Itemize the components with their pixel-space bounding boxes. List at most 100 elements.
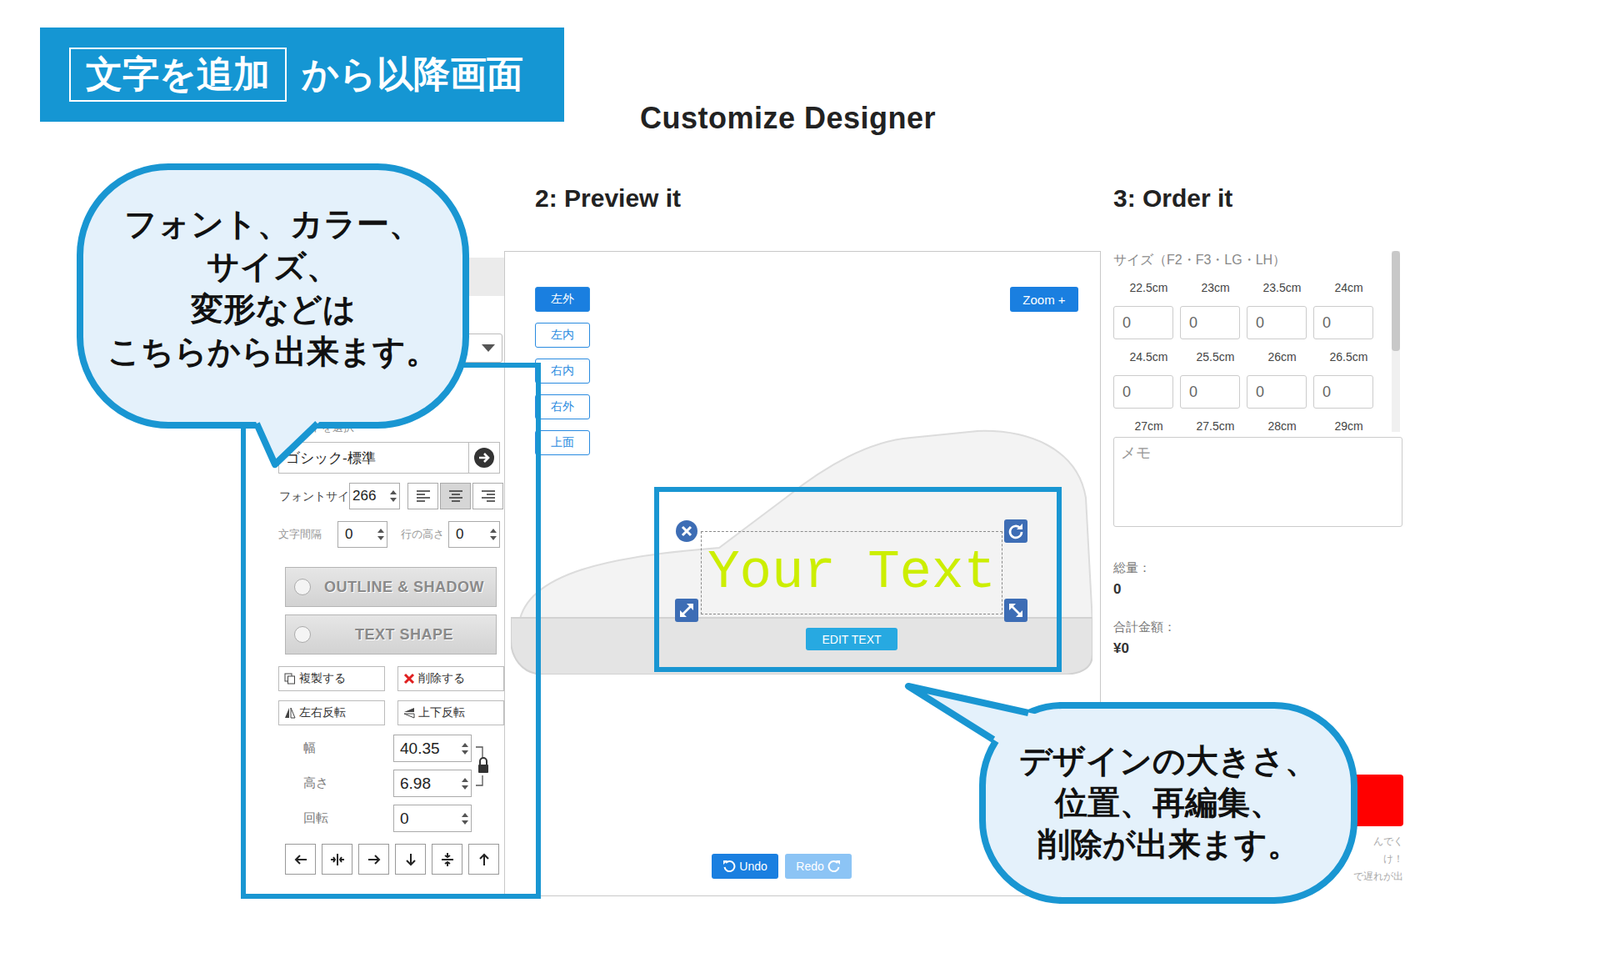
lock-icon xyxy=(474,738,493,794)
dimension-label: 回転 xyxy=(278,810,394,826)
nudge-right-icon xyxy=(365,850,383,868)
total-amount-label: 合計金額： xyxy=(1113,617,1409,636)
letter-spacing-input[interactable]: 0 xyxy=(337,520,388,548)
resize-handle-icon[interactable] xyxy=(675,598,699,622)
letter-spacing-label: 文字間隔 xyxy=(278,526,338,542)
dimension-input[interactable]: 40.35 xyxy=(393,734,472,762)
action-button[interactable]: 上下反転 xyxy=(397,700,505,725)
apply-font-button[interactable] xyxy=(468,442,500,473)
quantity-input[interactable]: 0 xyxy=(1180,305,1240,340)
zoom-button[interactable]: Zoom + xyxy=(1010,286,1079,312)
order-heading: 3: Order it xyxy=(1113,179,1409,251)
view-button[interactable]: 左外 xyxy=(535,286,590,312)
preview-heading: 2: Preview it xyxy=(504,179,1101,251)
dimension-input[interactable]: 0 xyxy=(393,804,472,832)
size-list: サイズ（F2・F3・LG・LH）22.5cm23cm23.5cm24cm0000… xyxy=(1113,250,1409,432)
designer: フォントを選択ゴシック-標準フォントサイ266文字間隔0行の高さ0OUTLINE… xyxy=(278,179,1600,896)
rotate-handle-icon[interactable] xyxy=(1004,519,1028,543)
callout-tail xyxy=(900,677,1067,757)
toggle-dot xyxy=(294,625,311,643)
align-button[interactable] xyxy=(472,482,504,510)
dimension-label: 高さ xyxy=(278,775,394,791)
size-label: 24.5cm xyxy=(1113,348,1185,365)
header: 文字を追加から以降画面 Customize Designer xyxy=(0,0,1600,136)
banner-text: から以降画面 xyxy=(301,52,524,97)
font-size-input[interactable]: 266 xyxy=(349,482,400,510)
view-button[interactable]: 左内 xyxy=(535,322,590,348)
dimension-input[interactable]: 6.98 xyxy=(393,769,472,797)
total-quantity-label: 総量： xyxy=(1113,558,1409,577)
text-object[interactable]: Your Text xyxy=(700,530,1003,615)
quantity-input[interactable]: 0 xyxy=(1313,375,1374,409)
quantity-input[interactable]: 0 xyxy=(1313,305,1374,340)
nudge-left-icon xyxy=(292,850,310,868)
nudge-button[interactable] xyxy=(321,843,353,875)
quantity-input[interactable]: 0 xyxy=(1246,305,1307,340)
redo-button[interactable]: Redo xyxy=(785,853,852,879)
resize-handle-icon[interactable] xyxy=(1004,598,1028,622)
spinner-icon[interactable] xyxy=(376,525,385,543)
toggle-label: TEXT SHAPE xyxy=(320,625,488,644)
spacing-row: 文字間隔0行の高さ0 xyxy=(278,520,505,548)
quantity-input[interactable]: 0 xyxy=(1113,305,1174,340)
toggle-label: OUTLINE & SHADOW xyxy=(320,578,488,596)
view-button[interactable]: 右外 xyxy=(535,394,590,420)
font-size-row: フォントサイ266 xyxy=(278,481,505,510)
align-icon xyxy=(415,487,432,505)
memo-field[interactable]: メモ xyxy=(1113,436,1403,527)
nudge-button[interactable] xyxy=(285,843,316,875)
spinner-icon[interactable] xyxy=(389,487,398,505)
text-object-text[interactable]: Your Text xyxy=(707,545,996,600)
spinner-icon[interactable] xyxy=(489,525,498,543)
effect-toggle[interactable]: TEXT SHAPE xyxy=(285,614,497,655)
banner-keyword: 文字を追加 xyxy=(69,47,287,102)
scrollbar[interactable] xyxy=(1391,250,1400,432)
size-label: 23cm xyxy=(1180,279,1251,296)
arrow-right-icon xyxy=(473,446,495,469)
align-button[interactable] xyxy=(440,482,471,510)
view-button[interactable]: 上面 xyxy=(535,430,590,455)
align-button[interactable] xyxy=(407,482,439,510)
spinner-icon[interactable] xyxy=(460,810,470,827)
nudge-up-icon xyxy=(475,850,493,868)
action-button[interactable]: 複製する xyxy=(278,665,385,691)
total-amount: ¥0 xyxy=(1113,637,1409,660)
ratio-lock[interactable] xyxy=(471,734,505,797)
size-label: 22.5cm xyxy=(1113,279,1185,296)
copy-icon xyxy=(284,672,296,685)
dimension-fields: 幅40.35 高さ6.98 回転0 xyxy=(278,734,505,832)
preview-toolbar: 左外左内右内右外上面 Zoom + xyxy=(535,286,1079,455)
instruction-banner: 文字を追加から以降画面 xyxy=(40,27,565,122)
page-title: Customize Designer xyxy=(640,100,936,136)
quantity-input[interactable]: 0 xyxy=(1180,375,1240,409)
nudge-buttons xyxy=(278,843,505,875)
nudge-button[interactable] xyxy=(395,843,426,875)
line-height-input[interactable]: 0 xyxy=(448,520,500,548)
action-button[interactable]: 左右反転 xyxy=(278,700,385,725)
dimension-label: 幅 xyxy=(278,740,394,756)
delete-handle-icon[interactable] xyxy=(675,519,699,543)
quantity-input[interactable]: 0 xyxy=(1113,375,1174,409)
callout-bubble: デザインの大きさ、位置、再編集、削除が出来ます。 xyxy=(979,701,1358,904)
spinner-icon[interactable] xyxy=(460,740,470,757)
action-button[interactable]: 削除する xyxy=(397,665,505,691)
undo-icon xyxy=(722,859,736,873)
size-label: 25.5cm xyxy=(1180,348,1251,365)
nudge-button[interactable] xyxy=(431,843,463,875)
font-select[interactable]: ゴシック-標準 xyxy=(278,441,500,474)
flip-vertical-icon xyxy=(403,706,415,719)
size-label: 26cm xyxy=(1246,348,1318,365)
undo-button[interactable]: Undo xyxy=(711,853,779,879)
nudge-button[interactable] xyxy=(468,843,500,875)
action-buttons: 複製する削除する左右反転上下反転 xyxy=(278,665,505,725)
redo-icon xyxy=(827,859,841,873)
view-button[interactable]: 右内 xyxy=(535,358,590,384)
nudge-button[interactable] xyxy=(358,843,390,875)
edit-text-button[interactable]: EDIT TEXT xyxy=(805,627,898,650)
toggle-dot xyxy=(294,578,311,595)
quantity-input[interactable]: 0 xyxy=(1246,375,1307,409)
page: 文字を追加から以降画面Customize Designerフォントを選択ゴシック… xyxy=(0,0,1600,978)
delete-icon xyxy=(403,672,415,685)
spinner-icon[interactable] xyxy=(460,775,470,792)
effect-toggle[interactable]: OUTLINE & SHADOW xyxy=(285,566,497,607)
